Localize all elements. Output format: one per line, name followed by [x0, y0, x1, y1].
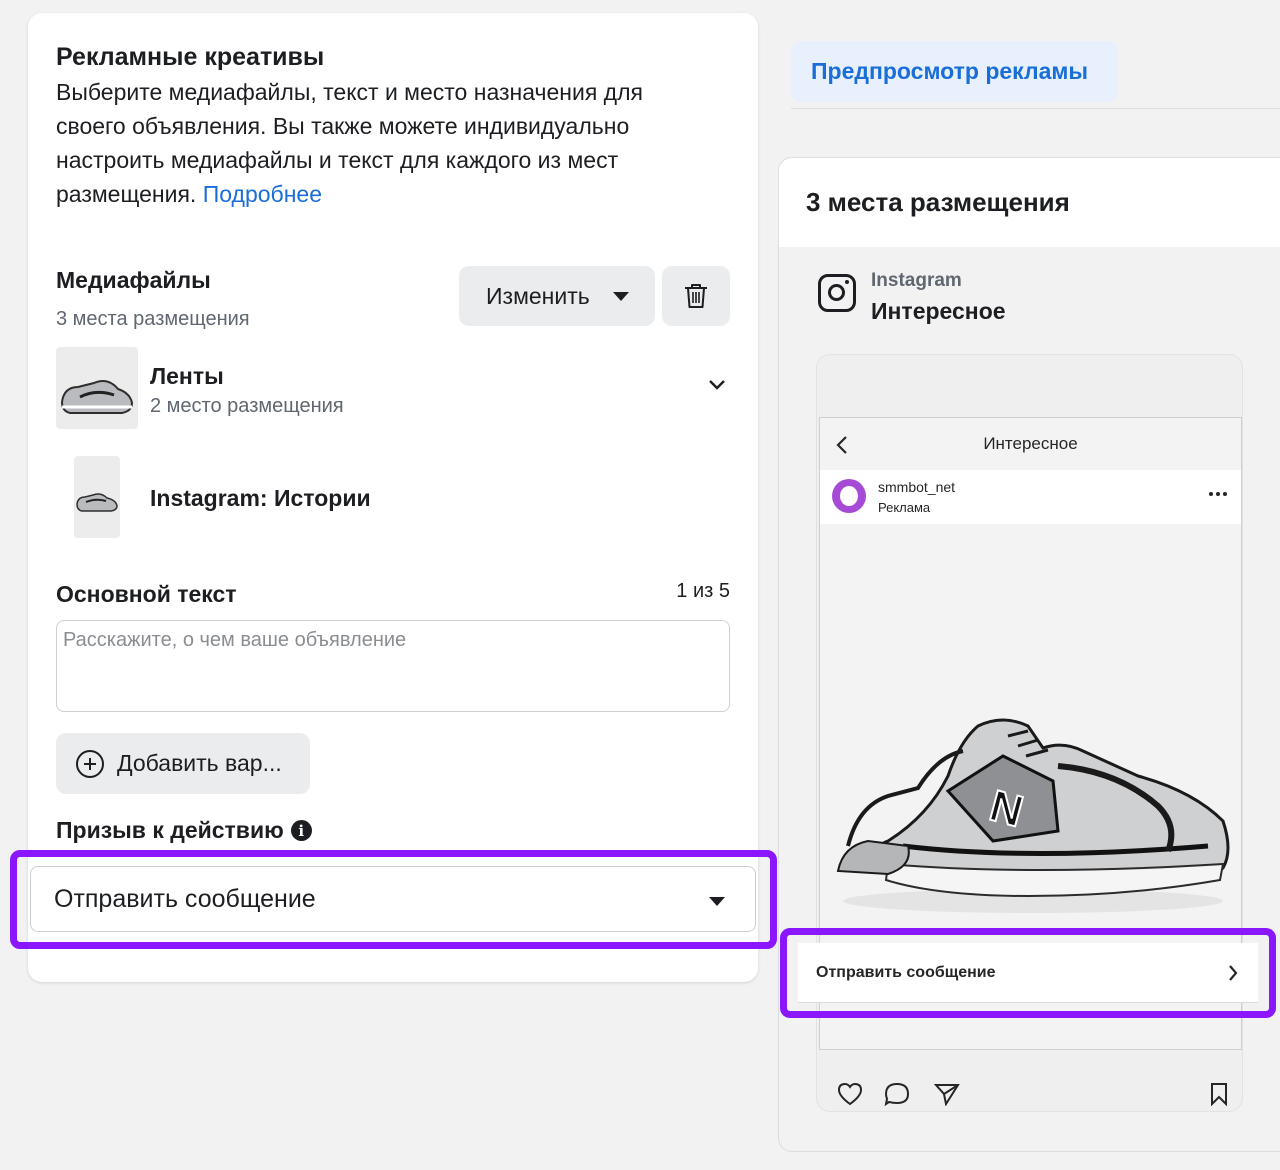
feeds-thumbnail	[56, 347, 138, 429]
tab-ad-preview[interactable]: Предпросмотр рекламы	[791, 41, 1118, 102]
change-media-button[interactable]: Изменить	[459, 266, 655, 326]
plus-circle-icon	[76, 749, 104, 778]
cta-title-label: Призыв к действию	[56, 817, 284, 843]
share-icon[interactable]	[934, 1082, 960, 1106]
add-variant-button[interactable]: Добавить вар...	[56, 733, 310, 794]
section-description: Выберите медиафайлы, текст и место назна…	[56, 75, 696, 211]
screen-title: Интересное	[983, 434, 1078, 453]
add-variant-label: Добавить вар...	[117, 750, 282, 776]
comment-icon[interactable]	[884, 1082, 910, 1106]
media-item-stories-title: Instagram: Истории	[150, 485, 371, 511]
media-item-feeds-title: Ленты	[150, 363, 224, 389]
heart-icon[interactable]	[836, 1082, 864, 1106]
media-title: Медиафайлы	[56, 267, 211, 293]
sneaker-image: N	[836, 718, 1230, 913]
change-media-label: Изменить	[486, 282, 590, 309]
preview-cta-highlight	[780, 928, 1276, 1018]
placements-header: 3 места размещения	[779, 158, 1280, 247]
back-arrow-icon	[836, 436, 847, 454]
learn-more-link[interactable]: Подробнее	[203, 181, 322, 207]
avatar	[832, 479, 866, 513]
preview-platform: Instagram	[871, 270, 962, 291]
more-options-icon	[1209, 492, 1227, 496]
section-title: Рекламные креативы	[56, 43, 325, 71]
tab-divider	[791, 108, 1280, 109]
media-subtitle: 3 места размещения	[56, 308, 250, 330]
preview-placement: Интересное	[871, 298, 1006, 324]
sponsored-label: Реклама	[878, 500, 931, 515]
primary-text-title: Основной текст	[56, 581, 237, 607]
stories-thumbnail	[74, 456, 120, 538]
cta-dropdown-highlight	[10, 850, 777, 949]
description-text: Выберите медиафайлы, текст и место назна…	[56, 79, 643, 207]
instagram-icon	[818, 274, 856, 312]
primary-text-input[interactable]: Расскажите, о чем ваше объявление	[56, 620, 730, 712]
bookmark-icon[interactable]	[1209, 1082, 1229, 1106]
cta-title: Призыв к действию i	[56, 817, 312, 844]
trash-icon	[685, 284, 707, 308]
account-name: smmbot_net	[878, 479, 956, 495]
chevron-down-icon[interactable]	[708, 379, 726, 391]
media-item-feeds-subtitle: 2 место размещения	[150, 395, 344, 417]
screen-topbar: Интересное	[820, 418, 1241, 470]
post-actions	[822, 1078, 1242, 1110]
delete-button[interactable]	[662, 266, 730, 326]
ad-creatives-card: Рекламные креативы Выберите медиафайлы, …	[28, 13, 758, 982]
primary-text-counter: 1 из 5	[676, 580, 730, 602]
caret-down-icon	[613, 292, 629, 301]
post-header: smmbot_net Реклама	[820, 470, 1241, 524]
info-icon[interactable]: i	[290, 820, 312, 841]
